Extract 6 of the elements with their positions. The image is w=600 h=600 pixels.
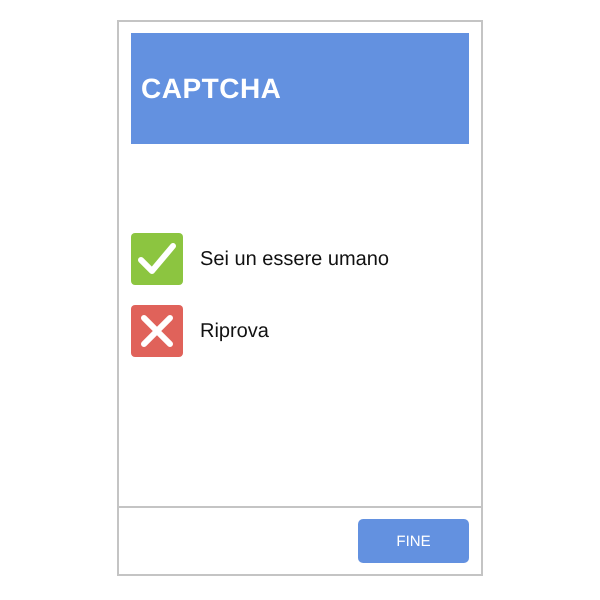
option-label: Riprova: [200, 320, 269, 342]
checkmark-icon: [131, 233, 183, 285]
done-button[interactable]: FINE: [358, 519, 469, 563]
option-label: Sei un essere umano: [200, 248, 390, 270]
dialog-title: CAPTCHA: [141, 72, 282, 104]
close-icon: [131, 305, 183, 357]
